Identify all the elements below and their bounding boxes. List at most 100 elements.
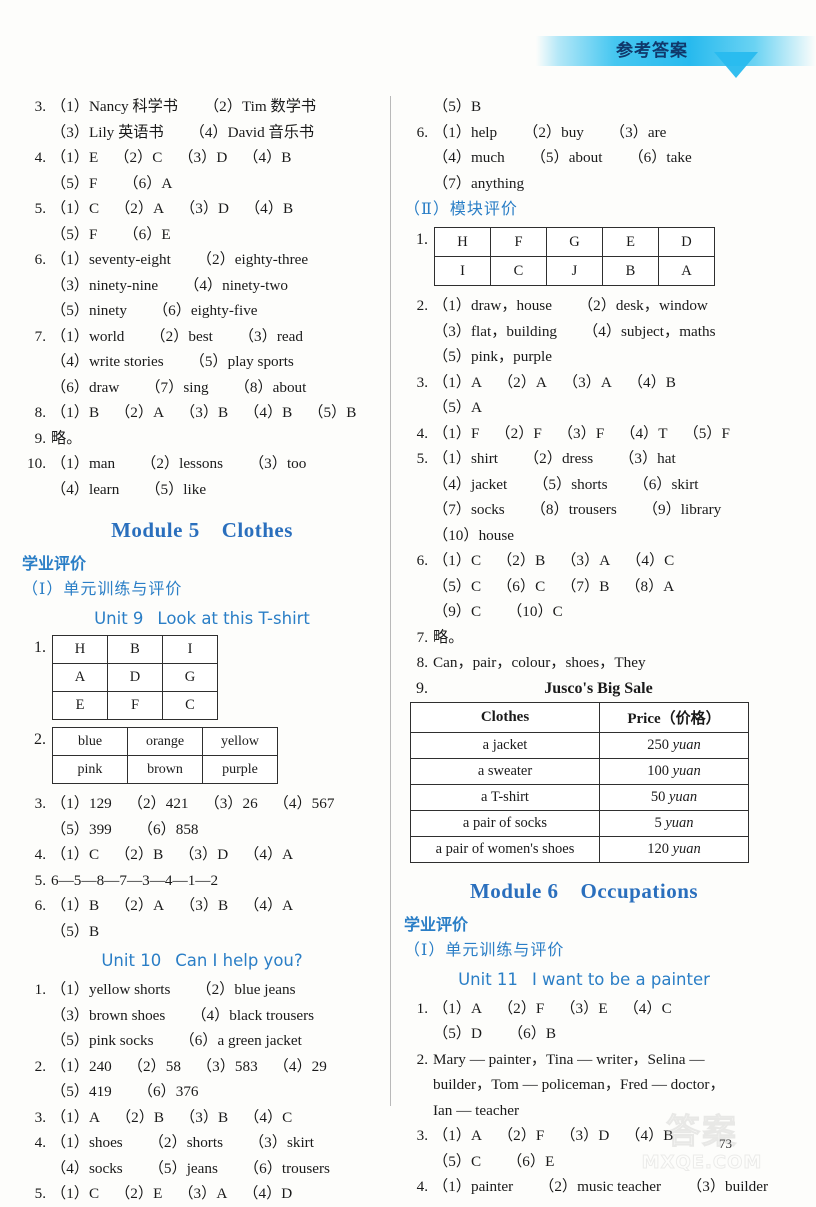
answer-number: 4. <box>416 1178 428 1195</box>
answer-body: （1）shoes （2）shorts （3）skirt <box>51 1130 314 1156</box>
answer-line: 3. （1）A （2）A （3）A （4）B <box>404 370 764 396</box>
answer-item: （3）B <box>180 404 229 421</box>
answer-item: （8）A <box>625 577 675 595</box>
answer-item: （6）eighty-five <box>152 302 258 319</box>
answer-body: （4）write stories （5）play sports <box>51 349 294 375</box>
table-row: HBI <box>52 635 218 664</box>
answer-body: （5）ninety （6）eighty-five <box>51 298 258 324</box>
answer-line: 4. （1）E （2）C （3）D （4）B <box>22 145 382 171</box>
answer-number: 1. <box>34 981 46 998</box>
answer-body: （4）socks （5）jeans （6）trousers <box>51 1156 330 1182</box>
answer-number: 1. <box>416 999 428 1017</box>
answer-item: （6）draw <box>51 378 120 396</box>
answer-number: 9. <box>34 429 46 447</box>
answer-line: 4. （1）F （2）F （3）F （4）T （5）F <box>404 421 764 447</box>
answer-item: （6）A <box>123 174 173 192</box>
answer-body: （3）ninety-nine （4）ninety-two <box>51 273 288 299</box>
answer-body: Can，pair，colour，shoes，They <box>433 650 646 676</box>
unit-9-label: Unit 9 <box>94 609 144 628</box>
answer-item: （2）B <box>497 552 546 569</box>
column-divider <box>390 96 391 1106</box>
clothes-cell: a pair of socks <box>410 809 600 837</box>
answer-item: （4）David 音乐书 <box>189 123 315 141</box>
answer-number: 6. <box>416 123 428 141</box>
answer-body: （5）F （6）E <box>51 222 171 248</box>
answer-item: （2）desk，window <box>577 297 708 314</box>
answer-item: （3）read <box>238 327 303 345</box>
answer-item: （1）C <box>51 846 100 863</box>
table-row: pink brown purple <box>52 755 278 784</box>
answer-body: （1）yellow shorts （2）blue jeans <box>51 977 296 1003</box>
answer-item: （4）B <box>244 200 294 217</box>
left-answer-table-2-container: 2. blue orange yellow pink brown purple <box>22 727 382 784</box>
answer-item: （1）draw，house <box>433 297 552 314</box>
answer-body: （1）seventy-eight （2）eighty-three <box>51 247 308 273</box>
answer-number: 6. <box>34 251 46 268</box>
unit-10-title: Unit 10 Can I help you? <box>22 951 382 970</box>
answer-line: builder，Tom — policeman，Fred — doctor， <box>404 1072 764 1098</box>
answer-number: 4. <box>34 149 46 166</box>
answer-item: （4）C <box>244 1108 293 1126</box>
answer-line: 4. （1）C （2）B （3）D （4）A <box>22 842 382 868</box>
table-cell: B <box>107 635 163 664</box>
answer-item: （3）F <box>557 424 605 442</box>
answer-body: （5）F （6）A <box>51 171 172 197</box>
answer-body: （1）A （2）F （3）D （4）B <box>433 1123 673 1149</box>
answer-item: （1）C <box>51 200 100 217</box>
answer-item: （1）C <box>51 1185 100 1202</box>
answer-item: （2）F <box>497 999 545 1017</box>
answer-item: （1）world <box>51 327 125 345</box>
answer-item: （5）F <box>683 424 730 442</box>
answer-item: 略。 <box>51 429 82 447</box>
module-6-label: Module 6 <box>469 878 559 903</box>
answer-line: （5）F （6）A <box>22 171 382 197</box>
right-answers-mid: 2. （1）draw，house （2）desk，window （3）flat，bui… <box>404 293 764 676</box>
answer-line: 1. （1）yellow shorts （2）blue jeans <box>22 977 382 1003</box>
answer-item: （6）858 <box>137 820 199 838</box>
answer-body: （1）A （2）B （3）B （4）C <box>51 1105 292 1131</box>
price-cell: 50 yuan <box>599 783 749 811</box>
answer-item: （6）trousers <box>243 1159 330 1177</box>
answer-item: （2）dress <box>523 450 594 467</box>
answer-line: 6. （1）B （2）A （3）B （4）A <box>22 893 382 919</box>
answer-item: （5）play sports <box>189 353 294 370</box>
answer-body: （5）pink，purple <box>433 344 552 370</box>
answer-body: （1）240 （2）58 （3）583 （4）29 <box>51 1054 327 1080</box>
answer-body: （5）419 （6）376 <box>51 1079 199 1105</box>
sale-table: Clothes Price（价格） a jacket 250 yuan a sweate… <box>410 701 749 863</box>
answer-item: Can，pair，colour，shoes，They <box>433 654 646 671</box>
answer-item: （4）socks <box>51 1159 123 1177</box>
right-academic-eval-heading: 学业评价 <box>404 914 469 934</box>
answer-body: （5）C （6）E <box>433 1149 554 1175</box>
clothes-cell: a pair of women's shoes <box>410 835 600 863</box>
answer-item: （7）anything <box>433 174 525 192</box>
answer-line: （4）much （5）about （6）take <box>404 145 764 171</box>
answer-line: （5）C （6）E <box>404 1149 764 1175</box>
answer-item: （3）D <box>178 149 228 166</box>
answer-number: 6. <box>416 552 428 569</box>
answer-item: （3）D <box>560 1127 610 1144</box>
answer-item: （3）are <box>609 123 667 141</box>
sale-table-title: Jusco's Big Sale <box>544 679 653 697</box>
page-number: 73 <box>719 1136 732 1151</box>
table-cell: J <box>546 256 603 286</box>
answer-item: （2）Tim 数学书 <box>203 98 317 115</box>
answer-line: （10）house <box>404 523 764 549</box>
answer-item: （1）129 <box>51 795 112 812</box>
table-cell: blue <box>52 727 128 756</box>
answer-number: 3. <box>34 98 46 115</box>
answer-item: （5）F <box>51 174 98 192</box>
answer-item: （2）A <box>115 897 165 914</box>
answer-item: （4）black trousers <box>191 1006 315 1024</box>
sale-table-container: 9. Jusco's Big Sale Clothes Price（价格） a jack… <box>404 680 764 863</box>
table-row: a jacket 250 yuan <box>410 731 749 759</box>
answer-item: （2）A <box>115 404 165 421</box>
answer-item: （1）A <box>433 1127 482 1144</box>
answer-line: （5）C （6）C （7）B （8）A <box>404 574 764 600</box>
answer-item: （4）29 <box>273 1057 327 1075</box>
table-cell: B <box>602 256 659 286</box>
answer-body: （1）E （2）C （3）D （4）B <box>51 145 291 171</box>
answer-item: （5）B <box>433 98 482 115</box>
answer-item: Mary — painter，Tina — writer，Selina — <box>433 1050 705 1068</box>
answer-item: （2）A <box>115 200 165 217</box>
